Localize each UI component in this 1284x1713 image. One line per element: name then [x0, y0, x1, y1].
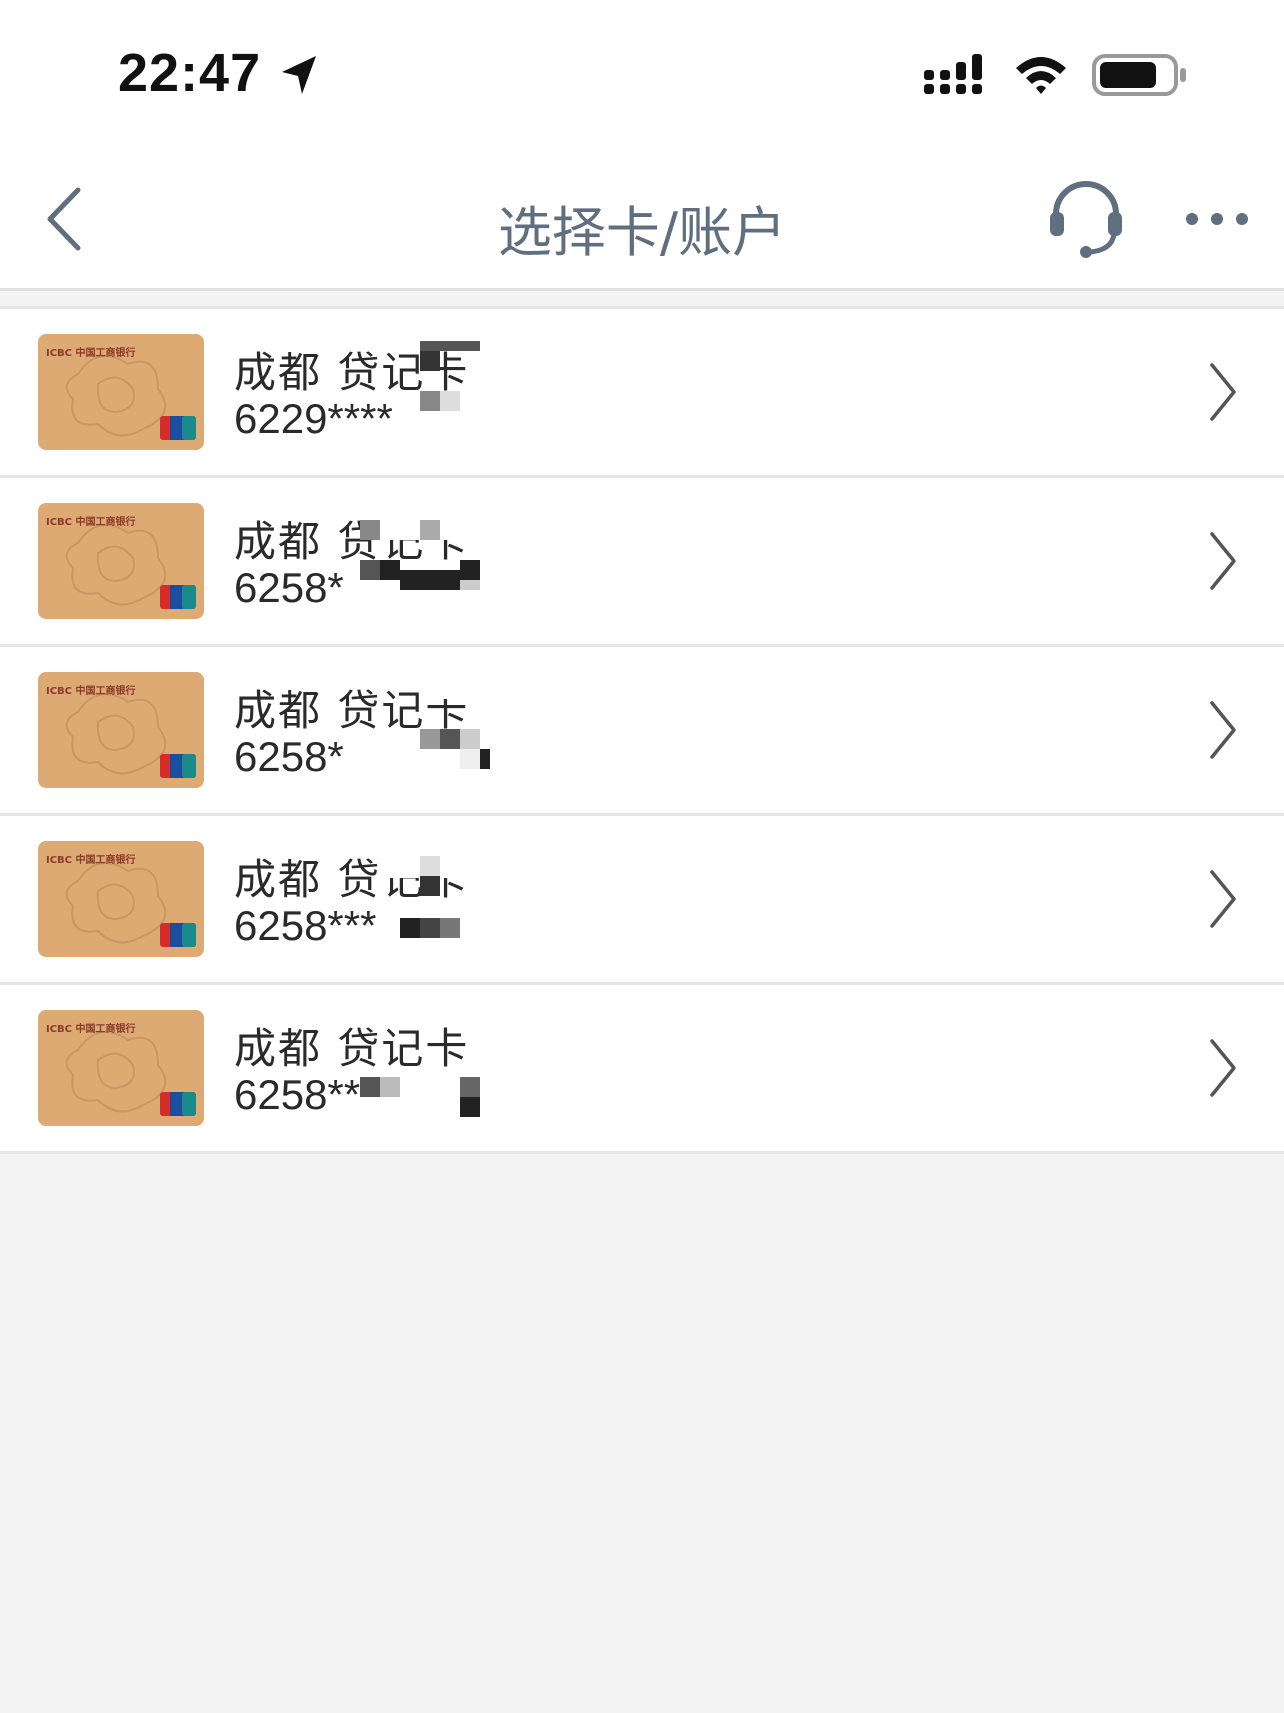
- card-image: ICBC 中国工商银行: [38, 1010, 204, 1126]
- card-list-item[interactable]: ICBC 中国工商银行 成都 贷记卡 6258***: [0, 816, 1284, 985]
- privacy-mask: [420, 341, 480, 411]
- card-list-item[interactable]: ICBC 中国工商银行 成都 贷记卡 6258****: [0, 985, 1284, 1154]
- cellular-signal-icon: [924, 54, 982, 94]
- wifi-icon: [1016, 57, 1066, 94]
- chevron-right-icon: [1210, 532, 1236, 590]
- icbc-logo: ICBC 中国工商银行: [46, 1022, 136, 1035]
- icbc-logo: ICBC 中国工商银行: [46, 515, 136, 528]
- privacy-mask: [360, 1077, 480, 1117]
- status-time: 22:47: [118, 43, 262, 103]
- chevron-right-icon: [1210, 1039, 1236, 1097]
- card-list-item[interactable]: ICBC 中国工商银行 成都 贷记卡 6229****: [0, 306, 1284, 478]
- chevron-right-icon: [1210, 701, 1236, 759]
- card-list-item[interactable]: ICBC 中国工商银行 成都 贷记卡 6258*: [0, 647, 1284, 816]
- privacy-mask: [360, 510, 490, 590]
- nav-bar: 选择卡/账户: [0, 150, 1284, 291]
- card-number: 6258*: [234, 564, 344, 611]
- card-image: ICBC 中国工商银行: [38, 503, 204, 619]
- more-options-icon[interactable]: [1184, 208, 1250, 230]
- chevron-right-icon: [1210, 870, 1236, 928]
- card-image: ICBC 中国工商银行: [38, 672, 204, 788]
- icbc-logo: ICBC 中国工商银行: [46, 346, 136, 359]
- card-number: 6258***: [234, 902, 377, 949]
- icbc-logo: ICBC 中国工商银行: [46, 684, 136, 697]
- card-list: ICBC 中国工商银行 成都 贷记卡 6229**** ICBC 中国工商银行 …: [0, 306, 1284, 1154]
- privacy-mask: [420, 679, 490, 769]
- chevron-right-icon: [1210, 363, 1236, 421]
- battery-icon: [1092, 54, 1186, 96]
- icbc-logo: ICBC 中国工商银行: [46, 853, 136, 866]
- card-image: ICBC 中国工商银行: [38, 334, 204, 450]
- card-number: 6258*: [234, 733, 344, 780]
- card-list-item[interactable]: ICBC 中国工商银行 成都 贷记卡 6258*: [0, 478, 1284, 647]
- status-bar: 22:47: [0, 0, 1284, 150]
- location-arrow-icon: [282, 56, 316, 94]
- customer-service-headset-icon[interactable]: [1046, 178, 1126, 260]
- privacy-mask: [380, 848, 490, 938]
- card-image: ICBC 中国工商银行: [38, 841, 204, 957]
